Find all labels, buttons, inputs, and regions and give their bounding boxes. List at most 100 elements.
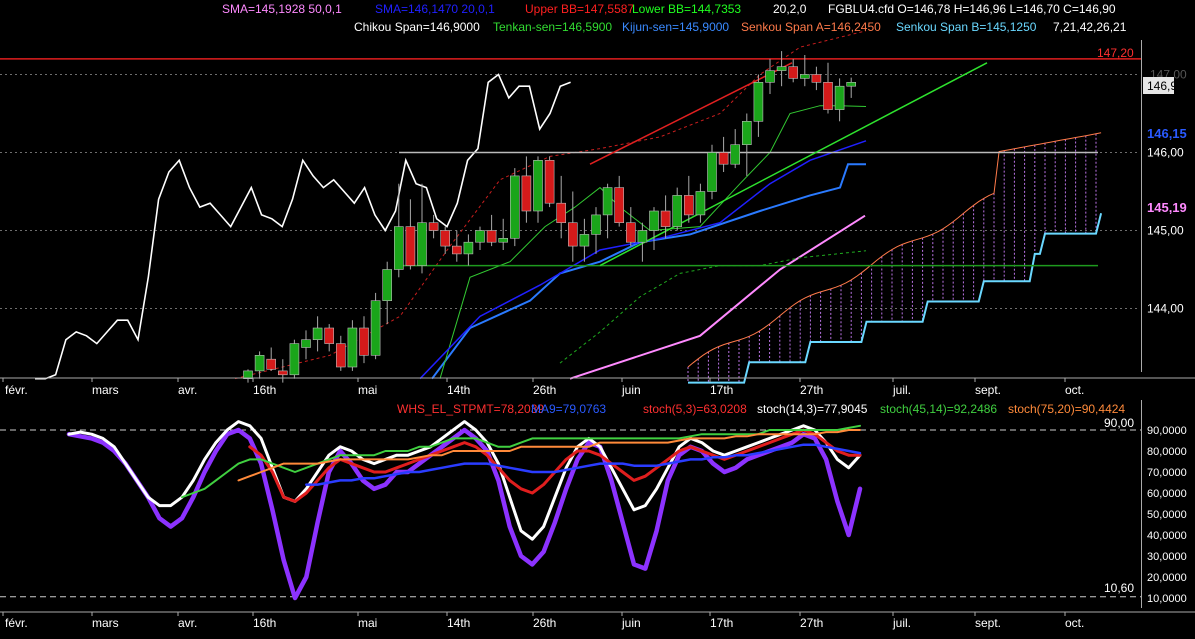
date-label: 27th xyxy=(800,616,823,630)
legend-lower-bb: Lower BB=144,7353 xyxy=(632,2,741,16)
candle-body xyxy=(625,222,636,243)
date-label: avr. xyxy=(178,383,197,397)
candle-body xyxy=(301,339,311,348)
legend-senkou-a: Senkou Span A=146,2450 xyxy=(741,20,881,34)
date-label: avr. xyxy=(178,616,197,630)
osc-legend-stoch4514: stoch(45,14)=92,2486 xyxy=(880,402,997,416)
candle-body xyxy=(486,230,497,243)
osc-axis-label: 60,0000 xyxy=(1147,488,1187,500)
oscillator-axis-labels: 90,0000 80,0000 70,0000 60,0000 50,0000 40,00… xyxy=(1147,425,1187,605)
osc-level-low-label: 10,60 xyxy=(1104,581,1134,595)
osc-legend-ma9: MA9=79,0763 xyxy=(531,402,606,416)
legend-ichimoku-params: 7,21,42,26,21 xyxy=(1053,20,1127,34)
candle-body xyxy=(683,195,694,216)
osc-level-high-label: 90,00 xyxy=(1104,416,1134,430)
date-label: 14th xyxy=(447,383,470,397)
legend-chikou: Chikou Span=146,9000 xyxy=(354,20,480,34)
osc-legend-stoch53: stoch(5,3)=63,0208 xyxy=(643,402,747,416)
legend-sma-a: SMA=145,1928 50,0,1 xyxy=(222,2,342,16)
candle-body xyxy=(370,300,381,356)
candle-body xyxy=(312,327,323,340)
candle-body xyxy=(649,210,659,231)
candle-body xyxy=(556,202,567,223)
candle-body xyxy=(602,187,613,216)
candle-body xyxy=(591,214,601,235)
date-label: mai xyxy=(358,383,377,397)
date-label: sept. xyxy=(975,616,1001,630)
osc-legend-stoch7520: stoch(75,20)=90,4424 xyxy=(1008,402,1125,416)
candle-body xyxy=(718,152,729,165)
price-axis-label: 144,00 xyxy=(1147,302,1184,316)
osc-axis-label: 20,0000 xyxy=(1147,572,1187,584)
legend-sma-b: SMA=146,1470 20,0,1 xyxy=(375,2,495,16)
osc-axis-label: 90,0000 xyxy=(1147,425,1187,437)
candle-body xyxy=(776,66,787,71)
candle-body xyxy=(614,187,625,224)
legend-upper-bb: Upper BB=147,5587 xyxy=(525,2,634,16)
candle-body xyxy=(347,327,358,368)
candle-body xyxy=(707,152,717,192)
osc-axis-label: 30,0000 xyxy=(1147,551,1187,563)
date-label: févr. xyxy=(5,616,28,630)
legend-bb-params: 20,2,0 xyxy=(773,2,807,16)
candle-body xyxy=(451,245,462,255)
candle-body xyxy=(533,160,543,212)
candle-body xyxy=(521,175,532,212)
date-label: mars xyxy=(92,383,119,397)
candle-body xyxy=(753,82,764,122)
date-label: 26th xyxy=(533,383,556,397)
candle-body xyxy=(741,121,752,146)
candle-body xyxy=(567,222,578,247)
candle-body xyxy=(823,82,833,110)
candle-body xyxy=(672,195,683,227)
date-label: 27th xyxy=(800,383,823,397)
date-label: mai xyxy=(358,616,377,630)
candle-body xyxy=(498,238,509,243)
date-label: juin xyxy=(621,383,641,397)
candle-body xyxy=(440,230,451,247)
candle-body xyxy=(405,226,416,266)
osc-axis-label: 50,0000 xyxy=(1147,509,1187,521)
date-label: 26th xyxy=(533,616,556,630)
candle-body xyxy=(846,82,857,87)
legend-senkou-b: Senkou Span B=145,1250 xyxy=(896,20,1037,34)
candle-body xyxy=(266,358,277,370)
date-label: oct. xyxy=(1065,383,1084,397)
date-label: 17th xyxy=(710,383,733,397)
legend-tenkan: Tenkan-sen=146,5900 xyxy=(493,20,612,34)
date-label: juil. xyxy=(892,616,911,630)
osc-legend-whs: WHS_EL_STPMT=78,2039 xyxy=(397,402,544,416)
osc-axis-label: 40,0000 xyxy=(1147,530,1187,542)
candle-body xyxy=(289,343,300,376)
candle-body xyxy=(277,370,288,376)
chart-canvas: 146,00145,00144,00147,00 SMA=145,1928 50… xyxy=(0,0,1195,639)
price-axis-label: 145,00 xyxy=(1147,224,1184,238)
candle-body xyxy=(428,222,439,231)
date-label: juil. xyxy=(892,383,911,397)
date-label: 16th xyxy=(253,616,276,630)
candle-body xyxy=(660,210,671,227)
price-axis-label: 146,00 xyxy=(1147,146,1184,160)
candle-body xyxy=(475,230,485,243)
candle-body xyxy=(695,191,706,216)
candle-body xyxy=(417,222,427,266)
candle-body xyxy=(254,354,265,372)
candle-body xyxy=(811,74,822,83)
candle-body xyxy=(463,241,474,255)
osc-axis-label: 70,0000 xyxy=(1147,467,1187,479)
date-label: févr. xyxy=(5,383,28,397)
price-tag-pink: 145,19 xyxy=(1147,200,1187,215)
candle-body xyxy=(544,160,555,204)
date-label: juin xyxy=(621,616,641,630)
hline-label-147-20: 147,20 xyxy=(1097,46,1134,60)
candle-body xyxy=(730,144,741,165)
date-label: sept. xyxy=(975,383,1001,397)
osc-axis-label: 80,0000 xyxy=(1147,446,1187,458)
date-label: 16th xyxy=(253,383,276,397)
osc-axis-label: 10,0000 xyxy=(1147,593,1187,605)
candle-body xyxy=(579,234,590,247)
legend-kijun: Kijun-sen=145,9000 xyxy=(622,20,729,34)
date-label: oct. xyxy=(1065,616,1084,630)
candle-body xyxy=(359,327,369,356)
candle-body xyxy=(799,74,810,79)
